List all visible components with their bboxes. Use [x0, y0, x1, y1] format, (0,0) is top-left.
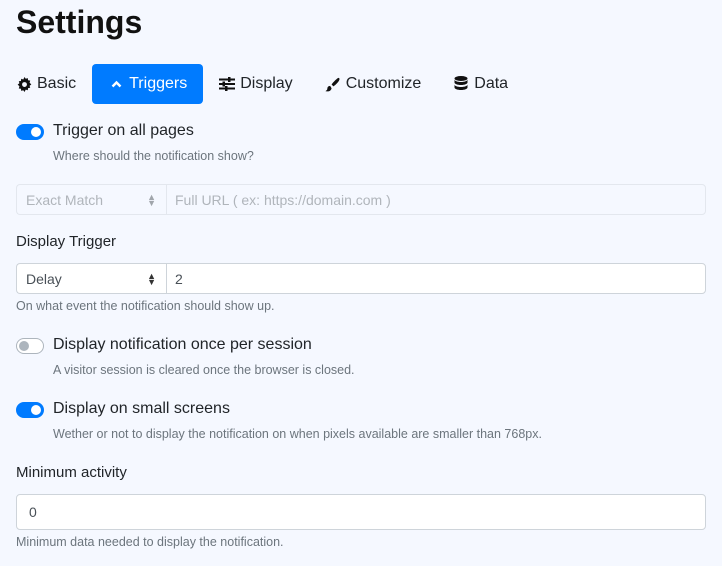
url-match-group: Exact Match ▲ ▼ Full URL ( ex: https://do… [16, 184, 706, 215]
trigger-all-pages-label: Trigger on all pages [53, 122, 194, 139]
once-per-session-help: A visitor session is cleared once the br… [53, 363, 355, 377]
small-screens-toggle[interactable] [16, 402, 44, 418]
display-trigger-value-input[interactable]: 2 [166, 263, 706, 294]
minimum-activity-label: Minimum activity [16, 464, 127, 481]
tab-display-label: Display [240, 75, 293, 92]
tab-basic[interactable]: Basic [0, 64, 92, 104]
url-input[interactable]: Full URL ( ex: https://domain.com ) [166, 184, 706, 215]
display-trigger-select[interactable]: Delay ▲ ▼ [16, 263, 166, 294]
once-per-session-label: Display notification once per session [53, 336, 312, 353]
tab-customize-label: Customize [345, 75, 422, 92]
display-trigger-help: On what event the notification should sh… [16, 299, 275, 313]
settings-tabs: Basic Triggers Display Customize Data [16, 64, 524, 104]
trigger-all-pages-help: Where should the notification show? [53, 149, 254, 163]
select-arrows-icon: ▲ ▼ [147, 191, 156, 208]
url-match-select[interactable]: Exact Match ▲ ▼ [16, 184, 166, 215]
page-title: Settings [16, 4, 143, 40]
small-screens-label: Display on small screens [53, 400, 230, 417]
once-per-session-toggle[interactable] [16, 338, 44, 354]
select-arrows-icon: ▲ ▼ [147, 270, 156, 287]
chevron-up-icon [108, 76, 124, 92]
tab-basic-label: Basic [37, 75, 77, 92]
display-trigger-group: Delay ▲ ▼ 2 [16, 263, 706, 294]
sliders-icon [219, 76, 236, 92]
tab-data[interactable]: Data [437, 64, 524, 104]
paintbrush-icon [325, 76, 341, 92]
small-screens-help: Wether or not to display the notificatio… [53, 427, 542, 441]
minimum-activity-input[interactable]: 0 [16, 494, 706, 530]
tab-customize[interactable]: Customize [309, 64, 438, 104]
gear-icon [16, 76, 32, 92]
display-trigger-label: Display Trigger [16, 233, 117, 250]
trigger-all-pages-toggle[interactable] [16, 124, 44, 140]
minimum-activity-help: Minimum data needed to display the notif… [16, 535, 284, 549]
database-icon [453, 76, 469, 92]
tab-triggers[interactable]: Triggers [92, 64, 204, 104]
tab-triggers-label: Triggers [129, 75, 188, 92]
tab-display[interactable]: Display [203, 64, 308, 104]
tab-data-label: Data [474, 75, 509, 92]
